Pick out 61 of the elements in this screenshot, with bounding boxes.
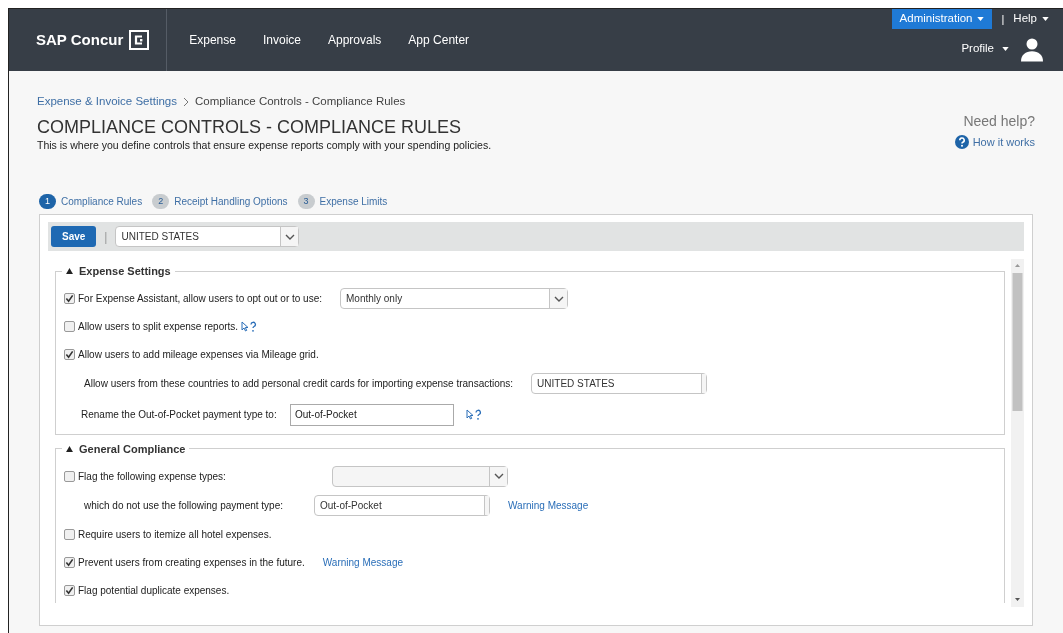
- step-tab[interactable]: 2 Receipt Handling Options: [152, 194, 288, 209]
- warning-message-link[interactable]: Warning Message: [322, 554, 404, 570]
- dropdown[interactable]: Monthly only: [340, 288, 568, 309]
- checkbox-label: Prevent users from creating expenses in the future.: [78, 555, 305, 570]
- administration-menu[interactable]: Administration: [891, 9, 993, 29]
- checkbox[interactable]: [64, 321, 75, 332]
- step-tab[interactable]: 1 Compliance Rules: [39, 194, 143, 209]
- nav-link[interactable]: Expense: [189, 31, 236, 49]
- collapse-triangle-icon[interactable]: [66, 268, 73, 275]
- collapse-triangle-icon[interactable]: [66, 445, 73, 452]
- checkbox[interactable]: [64, 584, 75, 596]
- breadcrumb-link[interactable]: Expense & Invoice Settings: [37, 93, 177, 111]
- nav-link[interactable]: Invoice: [262, 31, 301, 49]
- warning-message-link[interactable]: Warning Message: [508, 497, 589, 513]
- how-it-works-link[interactable]: How it works: [954, 134, 1035, 151]
- checkbox[interactable]: [64, 470, 75, 482]
- checkbox-label: For Expense Assistant, allow users to opt out or to use:: [78, 292, 322, 306]
- nav-link[interactable]: App Center: [408, 31, 470, 49]
- need-help-heading: Need help?: [963, 112, 1035, 131]
- breadcrumb-current: Compliance Controls - Compliance Rules: [195, 94, 406, 109]
- page-title: COMPLIANCE CONTROLS - COMPLIANCE RULES: [37, 116, 463, 139]
- chevron-down-icon: [285, 233, 295, 240]
- checkbox[interactable]: [64, 528, 75, 540]
- help-icon: [954, 135, 969, 150]
- field-label: Rename the Out-of-Pocket payment type to:: [81, 408, 278, 422]
- dropdown[interactable]: UNITED STATES: [531, 373, 708, 394]
- help-pointer-icon[interactable]: [241, 320, 258, 333]
- caret-icon: [977, 17, 985, 21]
- field-label: which do not use the following payment type:: [84, 498, 284, 513]
- checkbox[interactable]: [64, 349, 75, 360]
- checkbox-label: Allow users to split expense reports.: [78, 320, 239, 334]
- field-label: Allow users from these countries to add personal credit cards for importing expense transactions:: [84, 377, 514, 391]
- section-title: General Compliance: [79, 441, 186, 457]
- checkbox-label: Flag potential duplicate expenses.: [78, 583, 230, 598]
- logo-icon: [129, 30, 150, 50]
- dropdown[interactable]: UNITED STATES: [115, 226, 300, 247]
- caret-icon: [1002, 47, 1009, 51]
- chevron-down-icon: [493, 473, 504, 479]
- checkbox-label: Allow users to add mileage expenses via Mileage grid.: [78, 348, 319, 362]
- page-description: This is where you define controls that ensure expense reports comply with your spending policies.: [37, 138, 493, 154]
- step-tab[interactable]: 3 Expense Limits: [297, 194, 388, 209]
- help-pointer-icon[interactable]: [466, 408, 482, 421]
- caret-icon: [1042, 17, 1049, 21]
- nav-link[interactable]: Approvals: [328, 31, 382, 49]
- save-button[interactable]: Save: [51, 226, 97, 247]
- chevron-right-icon: [183, 96, 189, 107]
- dropdown[interactable]: Out-of-Pocket: [314, 494, 490, 516]
- brand-logo-text[interactable]: SAP Concur: [36, 28, 124, 52]
- section-title: Expense Settings: [79, 264, 171, 279]
- help-menu[interactable]: Help: [1013, 10, 1063, 28]
- separator-text: |: [103, 228, 109, 246]
- scrollbar[interactable]: [1011, 259, 1024, 607]
- checkbox[interactable]: [64, 293, 75, 304]
- profile-menu[interactable]: Profile: [961, 40, 1009, 58]
- checkbox-label: Require users to itemize all hotel expenses.: [78, 527, 272, 542]
- checkbox-label: Flag the following expense types:: [78, 469, 226, 484]
- user-avatar-icon[interactable]: [1021, 36, 1043, 62]
- input-field[interactable]: Out-of-Pocket: [290, 403, 454, 426]
- checkbox[interactable]: [64, 556, 75, 568]
- chevron-down-icon: [553, 295, 564, 302]
- separator-text: |: [1000, 11, 1006, 27]
